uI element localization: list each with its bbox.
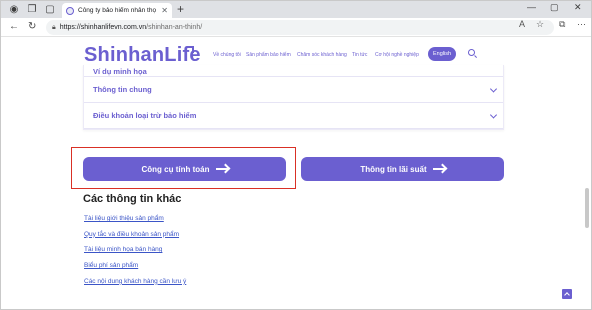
other-info-links: Tài liệu giới thiệu sản phẩm Quy tắc và … — [84, 215, 186, 293]
accordion-label: Điều khoản loại trừ bảo hiểm — [93, 111, 197, 120]
shinhanlife-logo[interactable]: ShinhanLife — [84, 44, 201, 67]
extensions-icon[interactable]: ⧉ — [559, 19, 565, 30]
favorite-icon[interactable]: ☆ — [536, 19, 544, 30]
accordion-label: Thông tin chung — [93, 85, 152, 94]
back-icon[interactable]: ← — [9, 21, 19, 32]
tab-title: Công ty bảo hiểm nhân thọ Shinh — [78, 7, 158, 14]
accordion-item-exclusions[interactable]: Điều khoản loại trừ bảo hiểm — [84, 103, 503, 129]
url-domain: https://shinhanlifevn.com.vn — [59, 24, 147, 31]
url-path: /shinhan-an-thinh/ — [146, 24, 203, 31]
nav-item-customer-care[interactable]: Chăm sóc khách hàng — [297, 52, 347, 58]
chevron-down-icon — [489, 84, 498, 93]
chevron-down-icon — [489, 110, 498, 119]
browser-tab[interactable]: Công ty bảo hiểm nhân thọ Shinh ✕ — [62, 3, 172, 18]
nav-item-about[interactable]: Về chúng tôi — [213, 52, 241, 58]
tab-actions-icon[interactable]: ▢ — [43, 3, 57, 16]
nav-item-products[interactable]: Sản phẩm bảo hiểm — [246, 52, 291, 58]
read-aloud-icon[interactable]: A — [519, 19, 525, 29]
arrow-right-icon — [432, 168, 445, 170]
link-premium-table[interactable]: Biểu phí sản phẩm — [84, 262, 186, 278]
interest-rate-button[interactable]: Thông tin lãi suất — [301, 157, 504, 181]
accordion-item-general-info[interactable]: Thông tin chung — [84, 77, 503, 103]
address-bar[interactable]: 🔒︎ https://shinhanlifevn.com.vn /shinhan… — [46, 20, 554, 35]
scrollbar-thumb[interactable] — [585, 188, 589, 228]
calculator-button-label: Công cụ tính toán — [141, 164, 210, 174]
calculator-button[interactable]: Công cụ tính toán — [83, 157, 286, 181]
refresh-icon[interactable]: ↻ — [28, 21, 36, 32]
profile-icon[interactable]: ◉ — [7, 3, 21, 16]
workspaces-icon[interactable]: ❐ — [25, 3, 39, 16]
other-info-title: Các thông tin khác — [83, 193, 182, 205]
maximize-icon[interactable]: ▢ — [550, 2, 559, 13]
accordion-item-example[interactable]: Ví dụ minh họa — [84, 65, 503, 77]
new-tab-button[interactable]: + — [177, 2, 184, 16]
link-customer-notes[interactable]: Các nội dung khách hàng cần lưu ý — [84, 278, 186, 294]
link-product-terms[interactable]: Quy tắc và điều khoản sản phẩm — [84, 231, 186, 247]
link-product-brochure[interactable]: Tài liệu giới thiệu sản phẩm — [84, 215, 186, 231]
accordion-label: Ví dụ minh họa — [93, 67, 147, 76]
browser-toolbar: ← ↻ 🔒︎ https://shinhanlifevn.com.vn /shi… — [1, 18, 591, 37]
page-scrollbar[interactable] — [585, 38, 589, 298]
arrow-right-icon — [215, 168, 228, 170]
browser-window: ◉ ❐ ▢ Công ty bảo hiểm nhân thọ Shinh ✕ … — [0, 0, 592, 310]
close-window-icon[interactable]: ✕ — [574, 2, 582, 13]
nav-item-news[interactable]: Tin tức — [352, 52, 367, 58]
logo-mark-icon — [187, 46, 194, 53]
minimize-icon[interactable]: — — [527, 2, 536, 12]
tab-strip: ◉ ❐ ▢ Công ty bảo hiểm nhân thọ Shinh ✕ … — [1, 1, 591, 18]
more-icon[interactable]: ⋯ — [577, 19, 586, 30]
interest-rate-button-label: Thông tin lãi suất — [360, 164, 427, 174]
search-icon[interactable] — [468, 49, 475, 56]
close-tab-icon[interactable]: ✕ — [161, 6, 168, 15]
scroll-to-top-button[interactable] — [562, 289, 572, 299]
product-accordion: Ví dụ minh họa Thông tin chung Điều khoả… — [83, 65, 504, 130]
link-sales-illustration[interactable]: Tài liệu minh họa bán hàng — [84, 246, 186, 262]
language-button[interactable]: English — [428, 47, 456, 61]
site-favicon-icon — [66, 6, 74, 15]
nav-item-careers[interactable]: Cơ hội nghề nghiệp — [375, 52, 419, 58]
lock-icon[interactable]: 🔒︎ — [52, 24, 56, 32]
